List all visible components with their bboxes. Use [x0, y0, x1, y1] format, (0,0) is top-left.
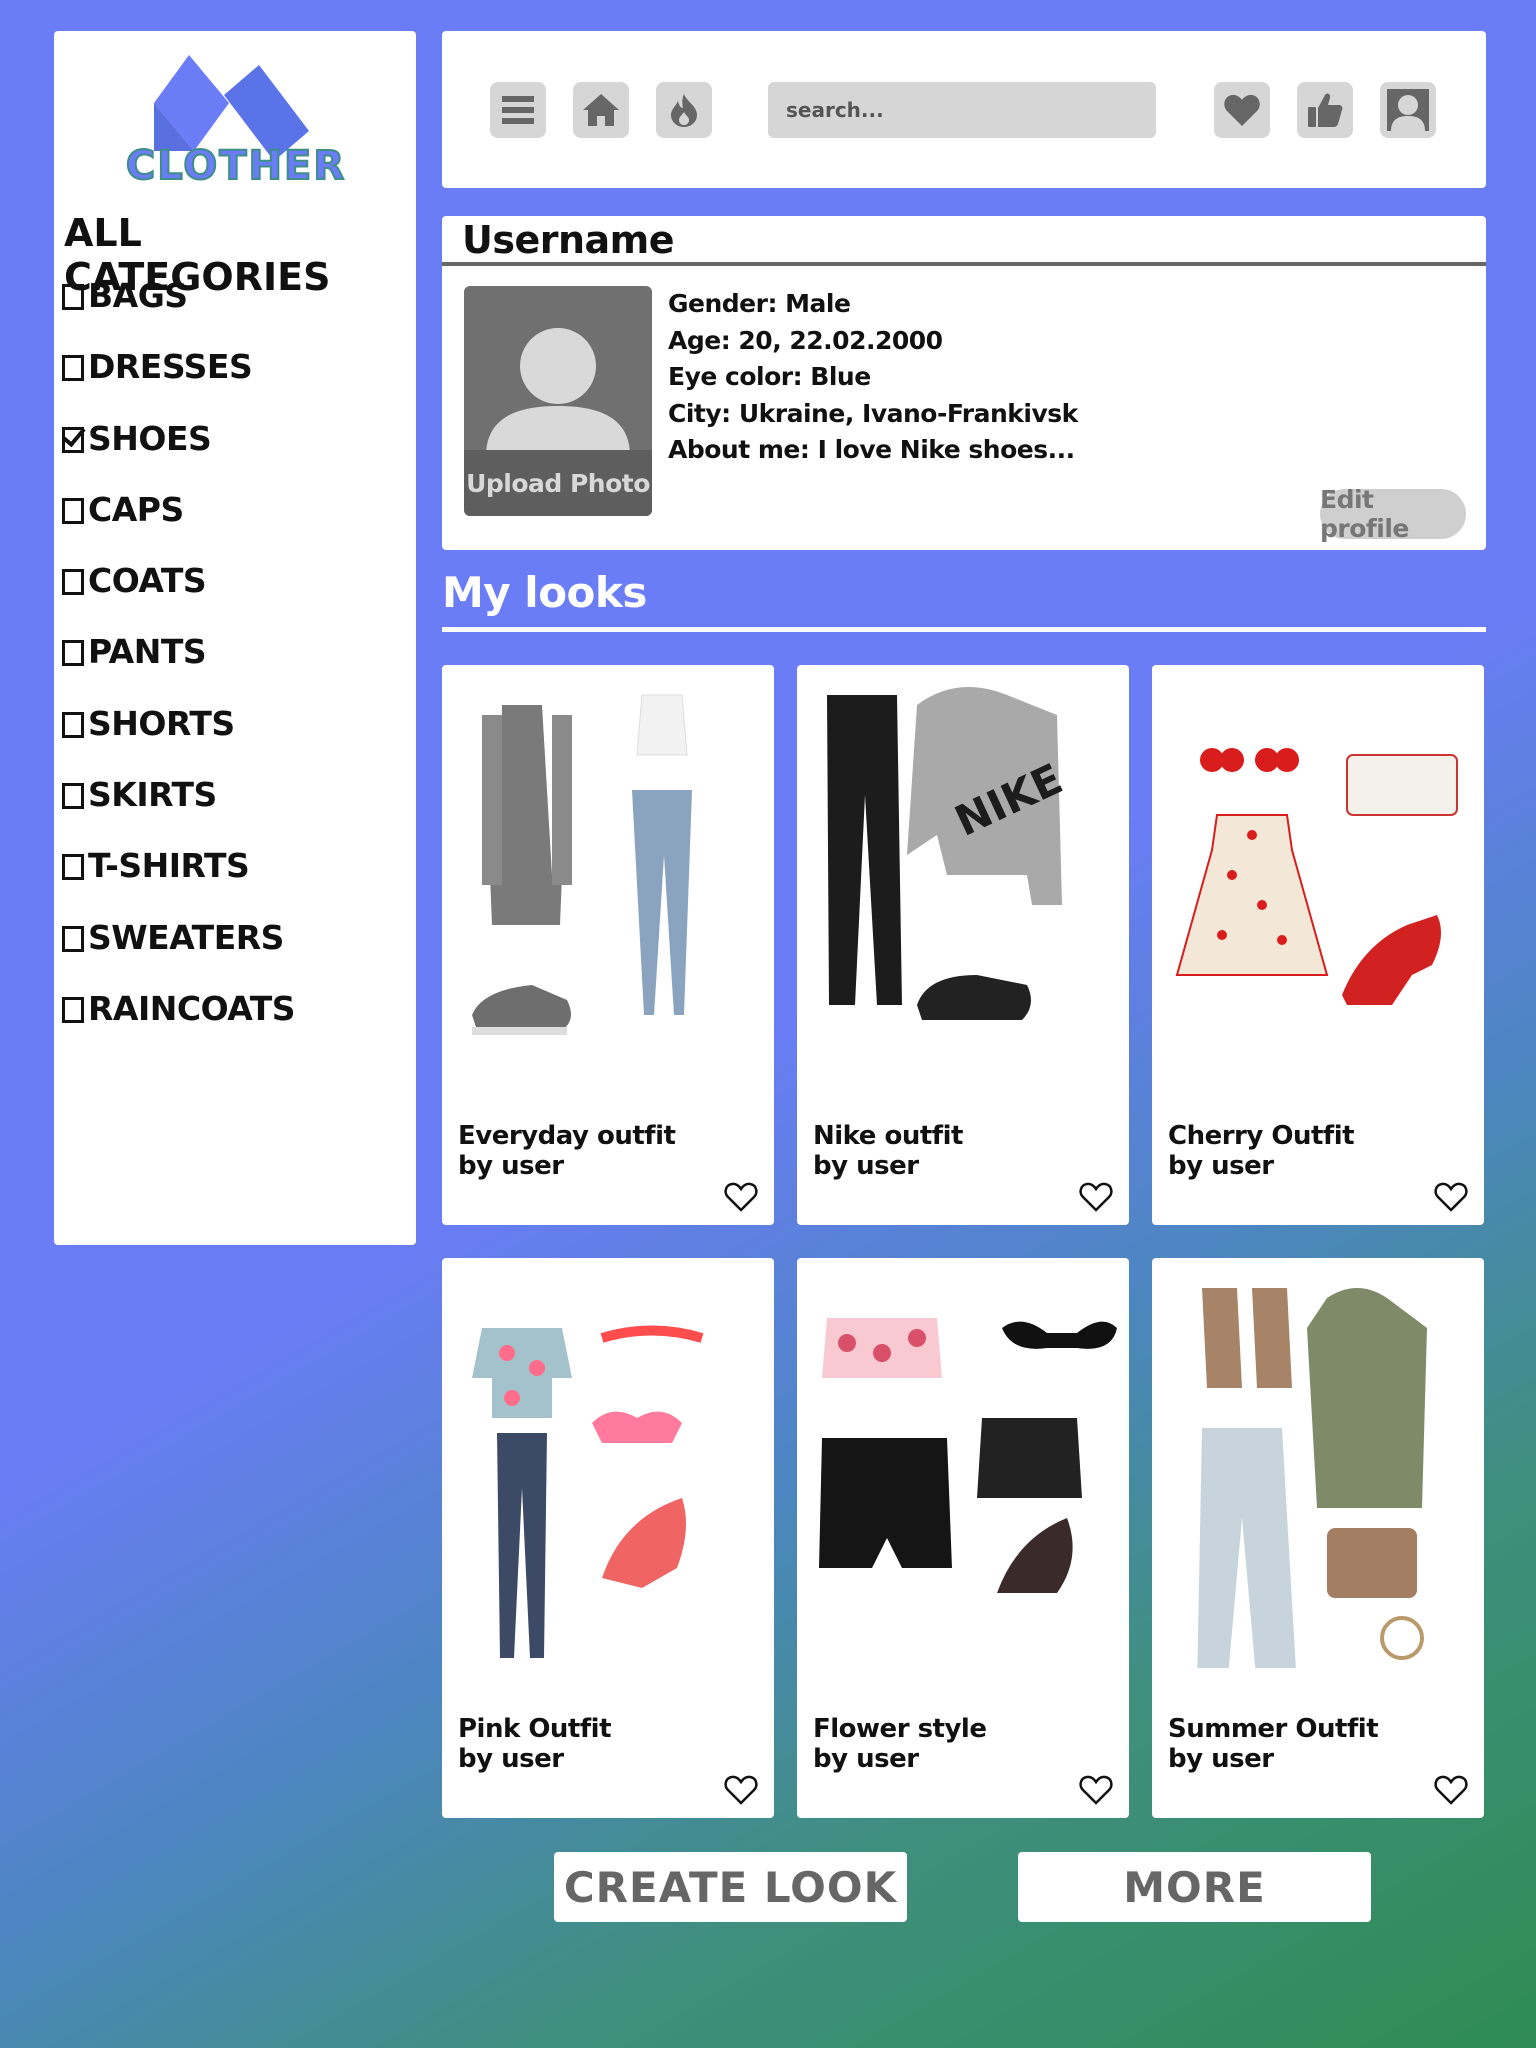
- checkbox[interactable]: [62, 854, 84, 881]
- category-sidebar: CLOTHER ALL CATEGORIES BAGS DRESSES SHOE…: [54, 31, 416, 1245]
- look-title: Flower style: [813, 1714, 987, 1744]
- menu-button[interactable]: [490, 82, 546, 138]
- menu-icon: [502, 96, 534, 124]
- flame-icon: [671, 94, 697, 127]
- checkbox[interactable]: [62, 711, 84, 738]
- category-shoes[interactable]: SHOES: [62, 419, 295, 490]
- look-card-nike[interactable]: NIKE Nike outfit by user: [797, 665, 1129, 1225]
- look-card-pink[interactable]: Pink Outfit by user: [442, 1258, 774, 1818]
- brand-name: CLOTHER: [125, 142, 347, 190]
- checkbox[interactable]: [62, 640, 84, 667]
- look-author: by user: [1168, 1151, 1274, 1181]
- category-caps[interactable]: CAPS: [62, 490, 295, 561]
- favorites-button[interactable]: [1214, 82, 1270, 138]
- outfit-image: [472, 694, 692, 1035]
- gender: Gender: Male: [668, 289, 851, 318]
- look-title: Everyday outfit: [458, 1121, 676, 1151]
- outfit-image: NIKE: [827, 687, 1070, 1020]
- look-title: Nike outfit: [813, 1121, 963, 1151]
- category-dresses[interactable]: DRESSES: [62, 347, 295, 418]
- outfit-image: [1197, 1288, 1427, 1668]
- checkbox[interactable]: [62, 569, 84, 596]
- look-author: by user: [813, 1744, 919, 1774]
- likes-button[interactable]: [1297, 82, 1353, 138]
- look-title: Pink Outfit: [458, 1714, 612, 1744]
- checkbox[interactable]: [62, 497, 84, 524]
- category-t-shirts[interactable]: T-SHIRTS: [62, 846, 295, 917]
- profile-card: Username Upload Photo Gender: Male Age: …: [442, 216, 1486, 550]
- category-shorts[interactable]: SHORTS: [62, 704, 295, 775]
- look-title: Summer Outfit: [1168, 1714, 1379, 1744]
- outfit-image: [472, 1325, 704, 1658]
- home-button[interactable]: [573, 82, 629, 138]
- category-raincoats[interactable]: RAINCOATS: [62, 989, 296, 1060]
- user-icon: [1387, 89, 1429, 131]
- heart-outline-icon[interactable]: [724, 1774, 758, 1806]
- divider: [442, 262, 1486, 266]
- checkbox[interactable]: [62, 783, 84, 810]
- username: Username: [462, 218, 675, 262]
- heart-outline-icon[interactable]: [724, 1181, 758, 1213]
- look-author: by user: [458, 1744, 564, 1774]
- heart-outline-icon[interactable]: [1079, 1181, 1113, 1213]
- my-looks-title: My looks: [442, 568, 647, 617]
- heart-outline-icon[interactable]: [1434, 1181, 1468, 1213]
- more-button[interactable]: MORE: [1018, 1852, 1371, 1922]
- divider: [442, 627, 1486, 632]
- look-author: by user: [813, 1151, 919, 1181]
- checkbox-checked[interactable]: [62, 426, 84, 453]
- profile-button[interactable]: [1380, 82, 1436, 138]
- checkbox[interactable]: [62, 996, 84, 1023]
- category-sweaters[interactable]: SWEATERS: [62, 918, 295, 989]
- heart-outline-icon[interactable]: [1434, 1774, 1468, 1806]
- search-input[interactable]: [768, 82, 1156, 138]
- look-card-everyday[interactable]: Everyday outfit by user: [442, 665, 774, 1225]
- eye-color: Eye color: Blue: [668, 362, 871, 391]
- thumbs-up-icon: [1308, 93, 1343, 127]
- category-pants[interactable]: PANTS: [62, 632, 295, 703]
- look-card-cherry[interactable]: Cherry Outfit by user: [1152, 665, 1484, 1225]
- outfit-image: [1175, 748, 1458, 1005]
- edit-profile-button[interactable]: Edit profile: [1320, 485, 1466, 543]
- avatar-placeholder-icon: [486, 328, 630, 456]
- avatar: Upload Photo: [464, 286, 652, 516]
- home-icon: [583, 94, 619, 126]
- city: City: Ukraine, Ivano-Frankivsk: [668, 398, 1078, 428]
- top-bar: [442, 31, 1486, 188]
- profile-info: Gender: Male Age: 20, 22.02.2000 Eye col…: [668, 286, 1078, 469]
- upload-photo-button[interactable]: Upload Photo: [464, 450, 652, 516]
- checkbox[interactable]: [62, 925, 84, 952]
- checkbox[interactable]: [62, 284, 84, 310]
- category-list: BAGS DRESSES SHOES CAPS COATS PANTS SHOR…: [62, 276, 296, 1060]
- create-look-button[interactable]: CREATE LOOK: [554, 1852, 907, 1922]
- category-bags[interactable]: BAGS: [62, 276, 295, 347]
- about-me: About me: I love Nike shoes...: [668, 435, 1075, 464]
- heart-icon: [1224, 94, 1260, 126]
- look-author: by user: [1168, 1744, 1274, 1774]
- category-skirts[interactable]: SKIRTS: [62, 775, 295, 846]
- trending-button[interactable]: [656, 82, 712, 138]
- outfit-image: [819, 1318, 1117, 1593]
- heart-outline-icon[interactable]: [1079, 1774, 1113, 1806]
- look-card-summer[interactable]: Summer Outfit by user: [1152, 1258, 1484, 1818]
- age: Age: 20, 22.02.2000: [668, 325, 943, 355]
- look-title: Cherry Outfit: [1168, 1121, 1355, 1151]
- category-coats[interactable]: COATS: [62, 561, 295, 632]
- look-author: by user: [458, 1151, 564, 1181]
- look-card-flower[interactable]: Flower style by user: [797, 1258, 1129, 1818]
- checkbox[interactable]: [62, 355, 84, 382]
